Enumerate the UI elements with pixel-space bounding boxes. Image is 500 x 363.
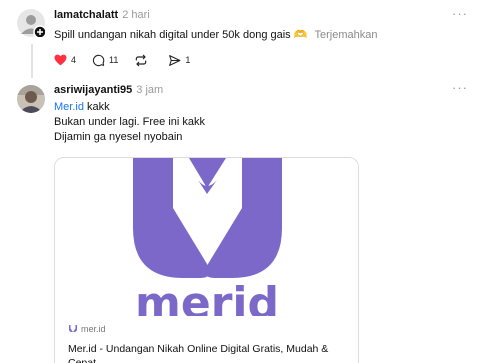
post2-line2: Bukan under lagi. Free ini kakk [54,116,206,128]
post1-header: lamatchalatt 2 hari [54,9,150,21]
avatar-lamatchalatt[interactable] [17,9,47,39]
post2-line1-rest: kakk [83,101,110,113]
share-button[interactable]: 1 [168,54,190,67]
heart-icon [54,54,67,66]
link-preview-image: merid [55,158,358,329]
post1-emoji: 🫶 [293,29,308,41]
post2-time: 3 jam [136,84,164,96]
post1-text: Spill undangan nikah digital under 50k d… [54,29,291,41]
card-domain: mer.id [68,324,106,334]
comment-icon [92,54,105,66]
reply-count: 11 [109,55,119,65]
merid-favicon-icon [69,325,77,332]
avatar-asriwijayanti95[interactable] [17,85,45,113]
post2-username[interactable]: asriwijayanti95 [54,84,132,96]
share-count: 1 [185,55,191,65]
like-count: 4 [71,55,77,65]
post2-line1: Mer.id kakk [54,100,110,114]
card-title: Mer.id - Undangan Nikah Online Digital G… [68,343,329,363]
merid-logo: merid [133,158,282,329]
merid-logo-text: merid [135,278,279,316]
like-button[interactable]: 4 [54,54,76,66]
post2-more-button[interactable]: ··· [452,80,468,95]
translate-link[interactable]: Terjemahkan [315,29,378,41]
post1-time: 2 hari [122,9,150,21]
post1-more-button[interactable]: ··· [452,6,468,21]
profile-photo [17,85,45,113]
default-avatar-icon [17,9,47,39]
post1-actions: 4 11 1 [54,52,206,68]
repost-icon [136,54,147,66]
link-preview-card[interactable]: merid mer.id Mer.id - Undangan Nikah Onl… [54,157,359,363]
mention-link[interactable]: Mer.id [54,101,84,113]
reply-button[interactable]: 11 [92,54,118,67]
repost-button[interactable] [134,54,152,67]
send-icon [169,54,181,66]
post1-username[interactable]: lamatchalatt [54,9,118,21]
post1-text-line: Spill undangan nikah digital under 50k d… [54,28,378,42]
post2-line3: Dijamin ga nyesel nyobain [54,131,183,143]
thread-line [31,44,33,78]
post2-header: asriwijayanti95 3 jam [54,84,163,96]
card-domain-text: mer.id [81,324,106,334]
